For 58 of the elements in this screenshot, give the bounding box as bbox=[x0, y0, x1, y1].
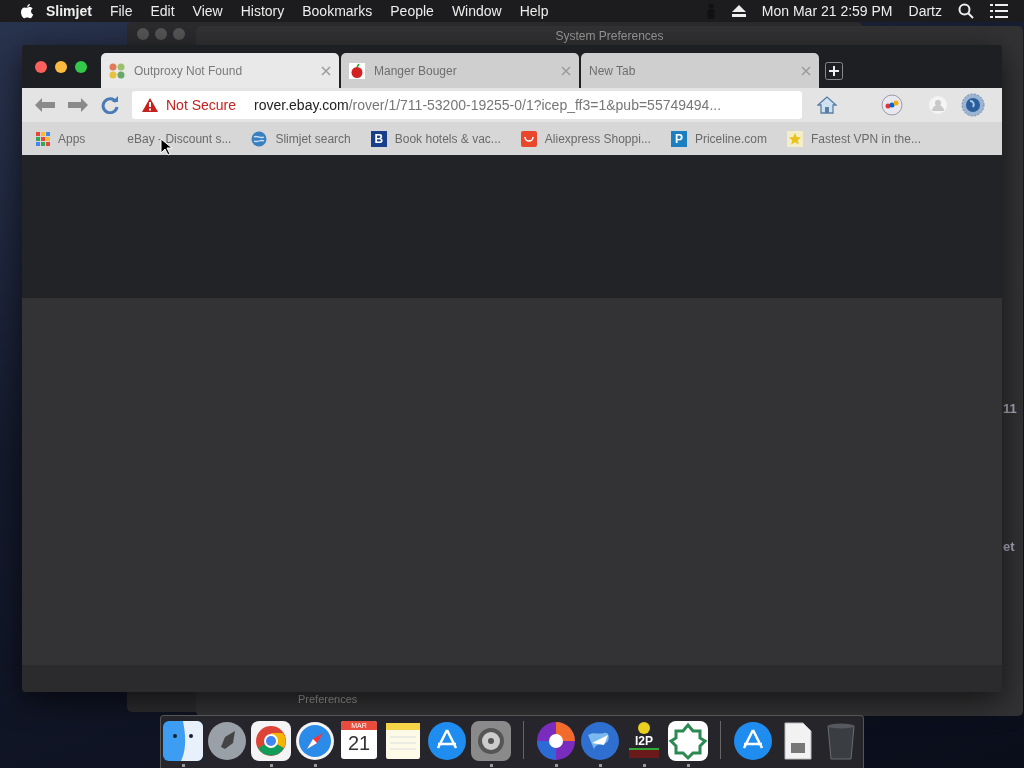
sphere-icon[interactable] bbox=[881, 94, 903, 116]
finder-face-icon[interactable] bbox=[163, 721, 203, 761]
bookmark[interactable]: Slimjet search bbox=[251, 130, 351, 147]
warning-icon[interactable] bbox=[142, 98, 158, 112]
tab-title: New Tab bbox=[589, 63, 637, 78]
app-store-icon[interactable] bbox=[427, 721, 467, 761]
letter-icon: P bbox=[670, 130, 687, 147]
emblem-icon[interactable] bbox=[668, 721, 708, 761]
zoom-button[interactable] bbox=[75, 60, 87, 73]
address-bar[interactable]: Not Secure rover.ebay.com/rover/1/711-53200-19255-0/1?icep_ff3=1&pub=55749494... bbox=[132, 91, 802, 119]
back-icon[interactable] bbox=[35, 98, 55, 112]
eject-icon[interactable] bbox=[731, 5, 746, 17]
menu-item[interactable]: Edit bbox=[150, 3, 175, 19]
app-menu[interactable]: Slimjet bbox=[46, 3, 92, 19]
tab-title: Outproxy Not Found bbox=[134, 63, 244, 78]
minimize-button[interactable] bbox=[55, 60, 67, 73]
app-store-icon[interactable] bbox=[733, 721, 773, 761]
user-menu[interactable]: Dartz bbox=[908, 3, 942, 19]
search-icon[interactable] bbox=[958, 3, 974, 19]
bookmark[interactable]: Aliexpress Shoppi... bbox=[520, 130, 651, 147]
swirl-icon[interactable] bbox=[536, 721, 576, 761]
chrome-icon[interactable] bbox=[251, 721, 291, 761]
close-button[interactable] bbox=[35, 60, 47, 73]
notepad-icon[interactable] bbox=[383, 721, 423, 761]
shopping-bag-icon[interactable] bbox=[520, 130, 537, 147]
menu-item[interactable]: Help bbox=[519, 3, 549, 19]
clock-text[interactable]: Mon Mar 21 2:59 PM bbox=[761, 3, 893, 19]
security-label[interactable]: Not Secure bbox=[166, 97, 237, 113]
bookmark[interactable]: B Book hotels & vac... bbox=[370, 130, 501, 147]
window-text: 11 bbox=[1003, 401, 1017, 416]
menu-item[interactable]: View bbox=[192, 3, 223, 19]
gear-icon[interactable] bbox=[471, 721, 511, 761]
list-icon[interactable] bbox=[990, 4, 1008, 18]
star-icon[interactable] bbox=[786, 130, 803, 147]
forward-icon[interactable] bbox=[68, 98, 88, 112]
menu-item[interactable]: Window bbox=[451, 3, 502, 19]
menu-item[interactable]: People bbox=[390, 3, 434, 19]
bookmark[interactable]: eBay - Discount s... bbox=[127, 131, 232, 146]
new-tab-icon[interactable] bbox=[825, 61, 843, 80]
menu-item[interactable]: Bookmarks bbox=[302, 3, 373, 19]
tab-title: Manger Bouger bbox=[374, 63, 458, 78]
bookmark[interactable]: Fastest VPN in the... bbox=[786, 130, 921, 147]
browser-tab[interactable]: Outproxy Not Found bbox=[101, 53, 339, 88]
bookmark[interactable]: P Priceline.com bbox=[670, 130, 767, 147]
menu-item[interactable]: File bbox=[109, 3, 133, 19]
menu-item[interactable]: History bbox=[240, 3, 285, 19]
reload-icon[interactable] bbox=[101, 96, 119, 114]
dots-icon[interactable] bbox=[109, 62, 125, 79]
window-title: System Preferences bbox=[555, 29, 664, 43]
compass-icon[interactable] bbox=[295, 721, 335, 761]
bookmark[interactable]: Apps bbox=[36, 131, 86, 146]
window-text: Preferences bbox=[298, 693, 358, 705]
url-text: rover.ebay.com/rover/1/711-53200-19255-0/1?icep_ff3=1&pub=55749494... bbox=[254, 97, 722, 113]
grid-icon[interactable] bbox=[36, 131, 50, 146]
home-icon[interactable] bbox=[817, 96, 837, 114]
apple-icon[interactable] bbox=[20, 3, 34, 19]
window-text: et bbox=[1003, 539, 1015, 554]
letter-icon: B bbox=[370, 130, 387, 147]
